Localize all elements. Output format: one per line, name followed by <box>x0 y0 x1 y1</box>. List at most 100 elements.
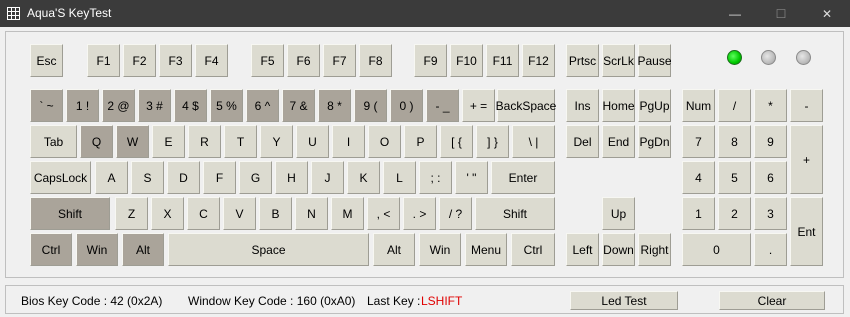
key-f12[interactable]: F12 <box>522 44 555 77</box>
key-semicolon[interactable]: ; : <box>419 161 452 194</box>
key-right-win[interactable]: Win <box>419 233 461 266</box>
led-test-button[interactable]: Led Test <box>570 291 678 310</box>
key-f5[interactable]: F5 <box>251 44 284 77</box>
key-f8[interactable]: F8 <box>359 44 392 77</box>
key-right[interactable]: Right <box>638 233 671 266</box>
key-backslash[interactable]: \ | <box>512 125 555 158</box>
key-w[interactable]: W <box>116 125 149 158</box>
key-minus[interactable]: - _ <box>426 89 459 122</box>
key-pgdn[interactable]: PgDn <box>638 125 671 158</box>
key-numpad-3[interactable]: 3 <box>754 197 787 230</box>
key-right-ctrl[interactable]: Ctrl <box>511 233 555 266</box>
key-p[interactable]: P <box>404 125 437 158</box>
key-numpad-divide[interactable]: / <box>718 89 751 122</box>
key-y[interactable]: Y <box>260 125 293 158</box>
key-1[interactable]: 1 ! <box>66 89 99 122</box>
key-left-bracket[interactable]: [ { <box>440 125 473 158</box>
key-numpad-0[interactable]: 0 <box>682 233 751 266</box>
key-6[interactable]: 6 ^ <box>246 89 279 122</box>
key-scrlk[interactable]: ScrLk <box>602 44 635 77</box>
key-z[interactable]: Z <box>115 197 148 230</box>
key-f1[interactable]: F1 <box>87 44 120 77</box>
key-numpad-6[interactable]: 6 <box>754 161 787 194</box>
key-end[interactable]: End <box>602 125 635 158</box>
key-right-alt[interactable]: Alt <box>373 233 415 266</box>
key-numpad-multiply[interactable]: * <box>754 89 787 122</box>
key-x[interactable]: X <box>151 197 184 230</box>
key-pause[interactable]: Pause <box>637 44 672 77</box>
key-f[interactable]: F <box>203 161 236 194</box>
key-h[interactable]: H <box>275 161 308 194</box>
key-f10[interactable]: F10 <box>450 44 483 77</box>
key-g[interactable]: G <box>239 161 272 194</box>
key-t[interactable]: T <box>224 125 257 158</box>
key-f2[interactable]: F2 <box>123 44 156 77</box>
key-8[interactable]: 8 * <box>318 89 351 122</box>
key-r[interactable]: R <box>188 125 221 158</box>
key-v[interactable]: V <box>223 197 256 230</box>
key-f11[interactable]: F11 <box>486 44 519 77</box>
maximize-button[interactable]: ☐ <box>758 0 804 27</box>
key-numpad-5[interactable]: 5 <box>718 161 751 194</box>
key-9[interactable]: 9 ( <box>354 89 387 122</box>
key-capslock[interactable]: CapsLock <box>30 161 91 194</box>
key-left-ctrl[interactable]: Ctrl <box>30 233 72 266</box>
key-pgup[interactable]: PgUp <box>638 89 671 122</box>
key-quote[interactable]: ' " <box>455 161 488 194</box>
key-up[interactable]: Up <box>602 197 635 230</box>
key-backspace[interactable]: BackSpace <box>496 89 556 122</box>
key-equal[interactable]: + = <box>462 89 495 122</box>
key-left[interactable]: Left <box>566 233 599 266</box>
key-esc[interactable]: Esc <box>30 44 63 77</box>
key-f7[interactable]: F7 <box>323 44 356 77</box>
key-comma[interactable]: , < <box>367 197 400 230</box>
key-f4[interactable]: F4 <box>195 44 228 77</box>
close-button[interactable]: ✕ <box>804 0 850 27</box>
key-l[interactable]: L <box>383 161 416 194</box>
key-b[interactable]: B <box>259 197 292 230</box>
key-numpad-2[interactable]: 2 <box>718 197 751 230</box>
key-menu[interactable]: Menu <box>465 233 507 266</box>
key-f3[interactable]: F3 <box>159 44 192 77</box>
key-enter[interactable]: Enter <box>491 161 555 194</box>
key-e[interactable]: E <box>152 125 185 158</box>
key-5[interactable]: 5 % <box>210 89 243 122</box>
key-n[interactable]: N <box>295 197 328 230</box>
key-k[interactable]: K <box>347 161 380 194</box>
key-c[interactable]: C <box>187 197 220 230</box>
key-backtick[interactable]: ` ~ <box>30 89 63 122</box>
key-f6[interactable]: F6 <box>287 44 320 77</box>
key-del[interactable]: Del <box>566 125 599 158</box>
key-0[interactable]: 0 ) <box>390 89 423 122</box>
key-m[interactable]: M <box>331 197 364 230</box>
key-tab[interactable]: Tab <box>30 125 77 158</box>
key-q[interactable]: Q <box>80 125 113 158</box>
key-prtsc[interactable]: Prtsc <box>566 44 599 77</box>
key-f9[interactable]: F9 <box>414 44 447 77</box>
key-4[interactable]: 4 $ <box>174 89 207 122</box>
key-down[interactable]: Down <box>602 233 635 266</box>
key-numpad-dot[interactable]: . <box>754 233 787 266</box>
key-left-shift[interactable]: Shift <box>30 197 110 230</box>
key-2[interactable]: 2 @ <box>102 89 135 122</box>
key-left-alt[interactable]: Alt <box>122 233 164 266</box>
key-left-win[interactable]: Win <box>76 233 118 266</box>
key-home[interactable]: Home <box>602 89 635 122</box>
key-s[interactable]: S <box>131 161 164 194</box>
key-o[interactable]: O <box>368 125 401 158</box>
key-numpad-8[interactable]: 8 <box>718 125 751 158</box>
key-ins[interactable]: Ins <box>566 89 599 122</box>
key-7[interactable]: 7 & <box>282 89 315 122</box>
key-numlock[interactable]: Num <box>682 89 715 122</box>
key-d[interactable]: D <box>167 161 200 194</box>
key-j[interactable]: J <box>311 161 344 194</box>
key-space[interactable]: Space <box>168 233 369 266</box>
key-period[interactable]: . > <box>403 197 436 230</box>
key-numpad-9[interactable]: 9 <box>754 125 787 158</box>
key-right-bracket[interactable]: ] } <box>476 125 509 158</box>
clear-button[interactable]: Clear <box>719 291 825 310</box>
key-numpad-enter[interactable]: Ent <box>790 197 823 266</box>
key-3[interactable]: 3 # <box>138 89 171 122</box>
key-numpad-minus[interactable]: - <box>790 89 823 122</box>
key-numpad-1[interactable]: 1 <box>682 197 715 230</box>
